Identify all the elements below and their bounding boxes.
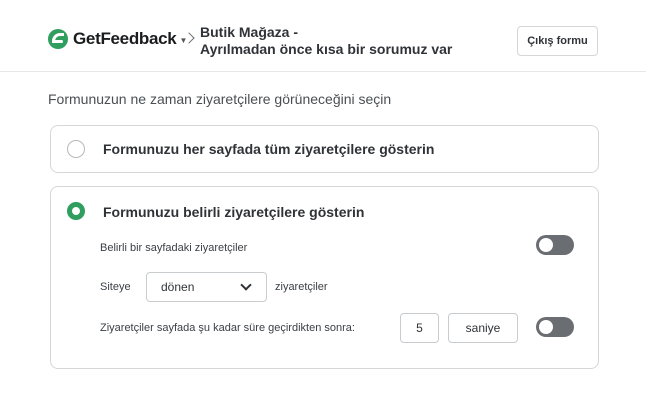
breadcrumb-subtitle: Ayrılmadan önce kısa bir sorumuz var [200,41,453,57]
page-visitors-label: Belirli bir sayfadaki ziyaretçiler [100,242,248,254]
visitor-type-select[interactable]: dönen [146,272,267,302]
section-title: Formunuzun ne zaman ziyaretçilere görüne… [48,91,392,107]
page-visitors-toggle[interactable] [536,235,574,255]
breadcrumb-title: Butik Mağaza - [200,24,299,40]
getfeedback-logo[interactable]: GetFeedback ▼ [48,27,187,51]
getfeedback-logo-icon [48,29,68,49]
site-prefix-label: Siteye [100,281,131,293]
logo-text: GetFeedback [73,29,177,48]
radio-specific-visitors[interactable] [67,202,85,220]
visitor-type-value: dönen [161,280,195,294]
time-label: Ziyaretçiler sayfada şu kadar süre geçir… [100,322,355,334]
option-label-specific-visitors: Formunuzu belirli ziyaretçilere gösterin [103,204,365,220]
chevron-right-icon [185,30,193,42]
time-unit-value: saniye [465,321,501,335]
option-card-all-visitors[interactable]: Formunuzu her sayfada tüm ziyaretçilere … [50,125,599,173]
header-bar: GetFeedback ▼ Butik Mağaza - Ayrılmadan … [0,0,646,72]
exit-form-button[interactable]: Çıkış formu [517,26,598,56]
time-unit-select[interactable]: saniye [448,313,518,343]
time-value-input[interactable] [400,313,439,343]
time-toggle[interactable] [536,317,574,337]
radio-all-visitors[interactable] [67,140,85,158]
option-card-specific-visitors[interactable]: Formunuzu belirli ziyaretçilere gösterin… [50,186,599,369]
option-label-all-visitors: Formunuzu her sayfada tüm ziyaretçilere … [103,141,435,157]
site-suffix-label: ziyaretçiler [275,281,328,293]
chevron-down-icon [240,279,252,291]
